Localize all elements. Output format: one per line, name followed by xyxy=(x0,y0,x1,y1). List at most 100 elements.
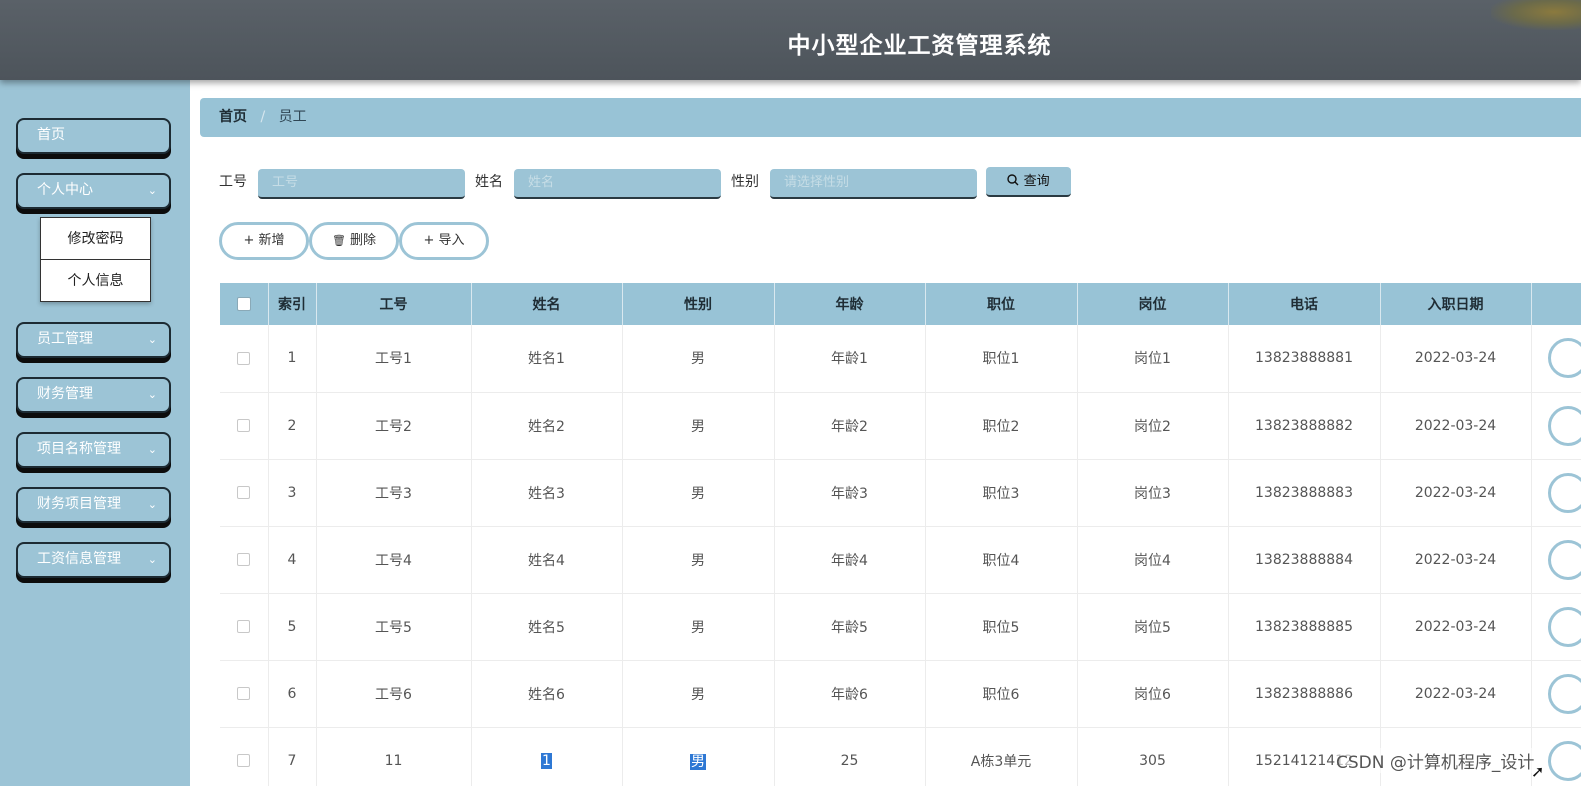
search-icon xyxy=(1007,174,1019,186)
row-action-button[interactable] xyxy=(1547,472,1581,513)
sidebar-item-home[interactable]: 首页 xyxy=(16,118,171,154)
watermark: CSDN @计算机程序_设计 xyxy=(1336,748,1535,773)
cell-text: 姓名6 xyxy=(528,686,565,703)
cell-text: 姓名3 xyxy=(528,485,565,502)
table-cell: 2022-03-24 xyxy=(1380,526,1532,594)
table-row[interactable]: 6 工号6 姓名6 男 年龄6 职位6 岗位6 13823888886 2022-03-24 xyxy=(220,660,1581,728)
table-cell: 年龄1 xyxy=(774,325,926,393)
row-operations-cell xyxy=(1531,325,1581,393)
query-button-label: 查询 xyxy=(1023,174,1050,189)
cell-text: 13823888883 xyxy=(1255,484,1353,501)
cell-text: 岗位2 xyxy=(1134,418,1171,435)
column-header: 姓名 xyxy=(471,283,623,325)
row-checkbox[interactable] xyxy=(237,553,251,566)
cell-text: 13823888886 xyxy=(1255,685,1353,702)
breadcrumb-current: 员工 xyxy=(278,109,307,125)
sidebar-item-employee-management[interactable]: 员工管理 ⌄ xyxy=(16,322,171,358)
sidebar-item-finance-project-management[interactable]: 财务项目管理 ⌄ xyxy=(16,487,171,523)
query-button[interactable]: 查询 xyxy=(986,167,1071,197)
employee-id-input[interactable]: 工号 xyxy=(258,169,465,199)
table-cell: 姓名3 xyxy=(471,459,623,527)
table-row[interactable]: 3 工号3 姓名3 男 年龄3 职位3 岗位3 13823888883 2022-03-24 xyxy=(220,459,1581,527)
table-cell: 11 xyxy=(316,727,472,786)
row-select-cell[interactable] xyxy=(220,660,269,728)
cell-text: 工号4 xyxy=(375,552,412,569)
breadcrumb: 首页 / 员工 xyxy=(200,98,1581,137)
cell-text: 1 xyxy=(541,752,552,769)
breadcrumb-separator: / xyxy=(260,109,266,125)
row-checkbox[interactable] xyxy=(237,620,251,633)
table-cell: 岗位2 xyxy=(1077,392,1229,460)
table-cell: 工号1 xyxy=(316,325,472,393)
import-button[interactable]: + 导入 xyxy=(399,222,489,260)
cell-text: 2022-03-24 xyxy=(1414,417,1497,434)
sidebar: 首页 个人中心 ⌄ 员工管理 ⌄ 财务管理 ⌄ 项目名称管理 ⌄ 财务项目管理 … xyxy=(0,80,190,786)
cell-text: 岗位3 xyxy=(1134,485,1171,502)
chevron-down-icon: ⌄ xyxy=(147,553,157,566)
row-checkbox[interactable] xyxy=(237,486,251,499)
table-cell: 2022-03-24 xyxy=(1380,459,1532,527)
table-cell: 工号6 xyxy=(316,660,472,728)
cell-text: 25 xyxy=(840,752,859,769)
row-select-cell[interactable] xyxy=(220,392,269,460)
table-cell: 年龄3 xyxy=(774,459,926,527)
table-row[interactable]: 2 工号2 姓名2 男 年龄2 职位2 岗位2 13823888882 2022-03-24 xyxy=(220,392,1581,460)
table-cell: 男 xyxy=(622,325,775,393)
table-cell: 2022-03-24 xyxy=(1380,325,1532,393)
row-select-cell[interactable] xyxy=(220,593,269,661)
row-checkbox[interactable] xyxy=(237,419,251,432)
table-cell: 年龄6 xyxy=(774,660,926,728)
submenu-item-personal-info[interactable]: 个人信息 xyxy=(41,260,150,302)
cell-text: 岗位5 xyxy=(1134,619,1171,636)
table-row[interactable]: 5 工号5 姓名5 男 年龄5 职位5 岗位5 13823888885 2022-03-24 xyxy=(220,593,1581,661)
row-action-button[interactable] xyxy=(1547,673,1581,714)
table-cell: 姓名4 xyxy=(471,526,623,594)
sidebar-item-personal-center[interactable]: 个人中心 ⌄ xyxy=(16,173,171,209)
sidebar-item-label: 财务项目管理 xyxy=(37,496,121,512)
cell-text: 工号1 xyxy=(375,351,412,368)
sidebar-item-project-name-management[interactable]: 项目名称管理 ⌄ xyxy=(16,432,171,468)
sidebar-item-finance-management[interactable]: 财务管理 ⌄ xyxy=(16,377,171,413)
table-cell: 年龄4 xyxy=(774,526,926,594)
row-checkbox[interactable] xyxy=(237,754,251,767)
select-all-checkbox[interactable] xyxy=(236,297,251,311)
add-button[interactable]: + 新增 xyxy=(219,222,309,260)
cell-text: 年龄1 xyxy=(831,351,868,368)
table-cell: 工号3 xyxy=(316,459,472,527)
table-cell: 2022-03-24 xyxy=(1380,392,1532,460)
row-action-button[interactable] xyxy=(1547,405,1581,446)
row-action-button[interactable] xyxy=(1547,740,1581,781)
cell-text: 男 xyxy=(691,686,705,703)
row-checkbox[interactable] xyxy=(237,351,251,365)
column-header: 索引 xyxy=(268,283,317,325)
table-cell: 3 xyxy=(268,459,317,527)
cell-text: 工号6 xyxy=(375,686,412,703)
submenu-item-change-password[interactable]: 修改密码 xyxy=(41,218,150,260)
cell-text: 岗位1 xyxy=(1134,351,1171,368)
cell-text: 工号2 xyxy=(375,418,412,435)
cell-text: 6 xyxy=(287,685,297,702)
table-cell: 7 xyxy=(268,727,317,786)
plus-icon: + xyxy=(243,233,255,248)
cell-text: 职位5 xyxy=(982,619,1020,636)
row-checkbox[interactable] xyxy=(237,687,251,700)
table-cell: 男 xyxy=(622,727,775,786)
row-select-cell[interactable] xyxy=(220,526,269,594)
sidebar-item-salary-info-management[interactable]: 工资信息管理 ⌄ xyxy=(16,542,171,578)
gender-select[interactable]: 请选择性别 xyxy=(770,169,977,199)
breadcrumb-home-link[interactable]: 首页 xyxy=(219,109,247,125)
select-all-cell[interactable] xyxy=(220,283,269,325)
delete-button[interactable]: 🗑 删除 xyxy=(309,222,399,260)
cell-text: 年龄5 xyxy=(831,619,868,636)
top-header: 中小型企业工资管理系统 xyxy=(0,0,1581,80)
row-action-button[interactable] xyxy=(1547,539,1581,580)
row-select-cell[interactable] xyxy=(220,325,269,393)
row-select-cell[interactable] xyxy=(220,727,269,786)
table-row[interactable]: 1 工号1 姓名1 男 年龄1 职位1 岗位1 13823888881 2022-03-24 xyxy=(220,325,1581,393)
name-input[interactable]: 姓名 xyxy=(514,169,721,199)
table-row[interactable]: 4 工号4 姓名4 男 年龄4 职位4 岗位4 13823888884 2022-03-24 xyxy=(220,526,1581,594)
row-action-button[interactable] xyxy=(1547,606,1581,647)
row-select-cell[interactable] xyxy=(220,459,269,527)
cell-text: 7 xyxy=(287,752,297,769)
row-action-button[interactable] xyxy=(1547,338,1581,379)
